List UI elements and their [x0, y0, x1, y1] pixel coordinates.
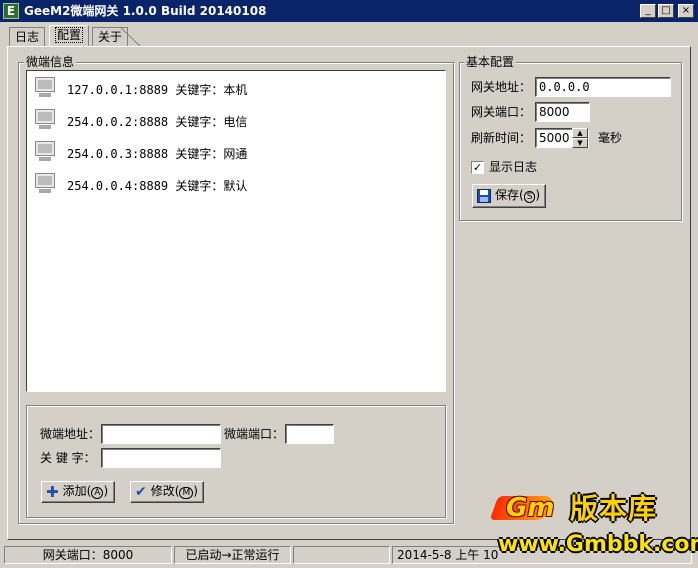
list-item-text: 254.0.0.3:8888 关键字：网通	[67, 145, 247, 162]
gateway-port-label: 网关端口：	[471, 105, 532, 119]
monitor-icon	[33, 109, 57, 131]
list-item-keyword: 电信	[223, 115, 248, 129]
title-bar[interactable]: E GeeM2微端网关 1.0.0 Build 20140108 _ □ ×	[0, 0, 698, 22]
tab-config[interactable]: 配置	[49, 25, 90, 47]
micro-address-input[interactable]	[101, 424, 221, 444]
list-item[interactable]: 127.0.0.1:8889 关键字：本机	[33, 75, 433, 103]
keyword-input[interactable]	[101, 448, 221, 468]
show-log-checkbox[interactable]: ✓	[471, 161, 484, 174]
list-item-keyword-label: 关键字：	[175, 83, 224, 97]
monitor-icon	[33, 173, 57, 195]
gmbbk-watermark: Gm 版本库 www.Gmbbk.com	[489, 490, 698, 562]
list-item-address: 127.0.0.1:8889	[67, 83, 169, 97]
watermark-top: Gm 版本库	[489, 490, 692, 526]
add-button-label: 添加	[62, 484, 87, 498]
save-button[interactable]: 保存(S)	[472, 184, 546, 208]
checkmark-icon: ✔	[135, 483, 147, 500]
gateway-address-input[interactable]: 0.0.0.0	[535, 77, 671, 97]
spin-down-icon[interactable]: ▼	[572, 138, 588, 148]
list-item-address: 254.0.0.4:8889	[67, 179, 169, 193]
list-item-keyword-label: 关键字：	[175, 115, 224, 129]
refresh-time-spinner[interactable]: ▲ ▼	[572, 128, 588, 148]
watermark-brand: Gm	[506, 493, 555, 523]
keyword-label: 关 键 字：	[40, 451, 96, 465]
list-item-text: 127.0.0.1:8889 关键字：本机	[67, 81, 247, 98]
modify-button[interactable]: ✔ 修改(M)	[130, 481, 204, 503]
maximize-button[interactable]: □	[658, 4, 674, 18]
micro-port-input[interactable]	[285, 424, 334, 444]
list-item[interactable]: 254.0.0.4:8889 关键字：默认	[33, 171, 433, 199]
minimize-button[interactable]: _	[640, 4, 656, 18]
add-button[interactable]: ✚ 添加(A)	[41, 481, 115, 503]
close-button[interactable]: ×	[678, 4, 694, 18]
tab-about-slant	[120, 27, 141, 47]
app-icon: E	[3, 3, 19, 19]
refresh-time-label: 刷新时间：	[471, 131, 532, 145]
add-hotkey: (A)	[86, 484, 109, 499]
save-button-label: 保存	[495, 188, 520, 202]
gateway-address-label: 网关地址：	[471, 80, 532, 94]
status-port: 网关端口：8000	[4, 546, 172, 564]
list-item[interactable]: 254.0.0.2:8888 关键字：电信	[33, 107, 433, 135]
micro-address-label: 微端地址：	[40, 427, 101, 441]
modify-hotkey: (M)	[174, 484, 198, 499]
list-item-text: 254.0.0.2:8888 关键字：电信	[67, 113, 247, 130]
micro-server-list[interactable]: 127.0.0.1:8889 关键字：本机 254.0.0.2:8888 关键字…	[26, 70, 446, 392]
refresh-unit-label: 毫秒	[598, 131, 623, 145]
watermark-url: www.Gmbbk.com	[498, 532, 698, 557]
list-item-address: 254.0.0.3:8888	[67, 147, 169, 161]
modify-button-label: 修改	[150, 484, 175, 498]
plus-icon: ✚	[46, 482, 59, 501]
tab-config-label: 配置	[55, 27, 84, 43]
window-title: GeeM2微端网关 1.0.0 Build 20140108	[24, 4, 267, 18]
list-item-keyword: 网通	[223, 147, 248, 161]
monitor-icon	[33, 141, 57, 163]
status-empty	[293, 546, 390, 564]
list-item-text: 254.0.0.4:8889 关键字：默认	[67, 177, 247, 194]
show-log-label[interactable]: 显示日志	[489, 159, 537, 175]
list-item-keyword: 默认	[223, 179, 248, 193]
status-state: 已启动→正常运行	[174, 546, 291, 564]
save-hotkey: (S)	[519, 188, 541, 203]
monitor-icon	[33, 77, 57, 99]
list-item-address: 254.0.0.2:8888	[67, 115, 169, 129]
micro-port-label: 微端端口：	[224, 427, 285, 441]
watermark-cn: 版本库	[570, 492, 658, 525]
list-item-keyword: 本机	[223, 83, 248, 97]
micro-info-title: 微端信息	[24, 55, 77, 69]
list-item-keyword-label: 关键字：	[175, 179, 224, 193]
floppy-disk-icon	[477, 188, 491, 203]
tab-log[interactable]: 日志	[9, 27, 46, 46]
list-item[interactable]: 254.0.0.3:8888 关键字：网通	[33, 139, 433, 167]
list-item-keyword-label: 关键字：	[175, 147, 224, 161]
gateway-port-input[interactable]: 8000	[535, 102, 590, 122]
spin-up-icon[interactable]: ▲	[572, 128, 588, 138]
basic-config-title: 基本配置	[464, 55, 517, 69]
